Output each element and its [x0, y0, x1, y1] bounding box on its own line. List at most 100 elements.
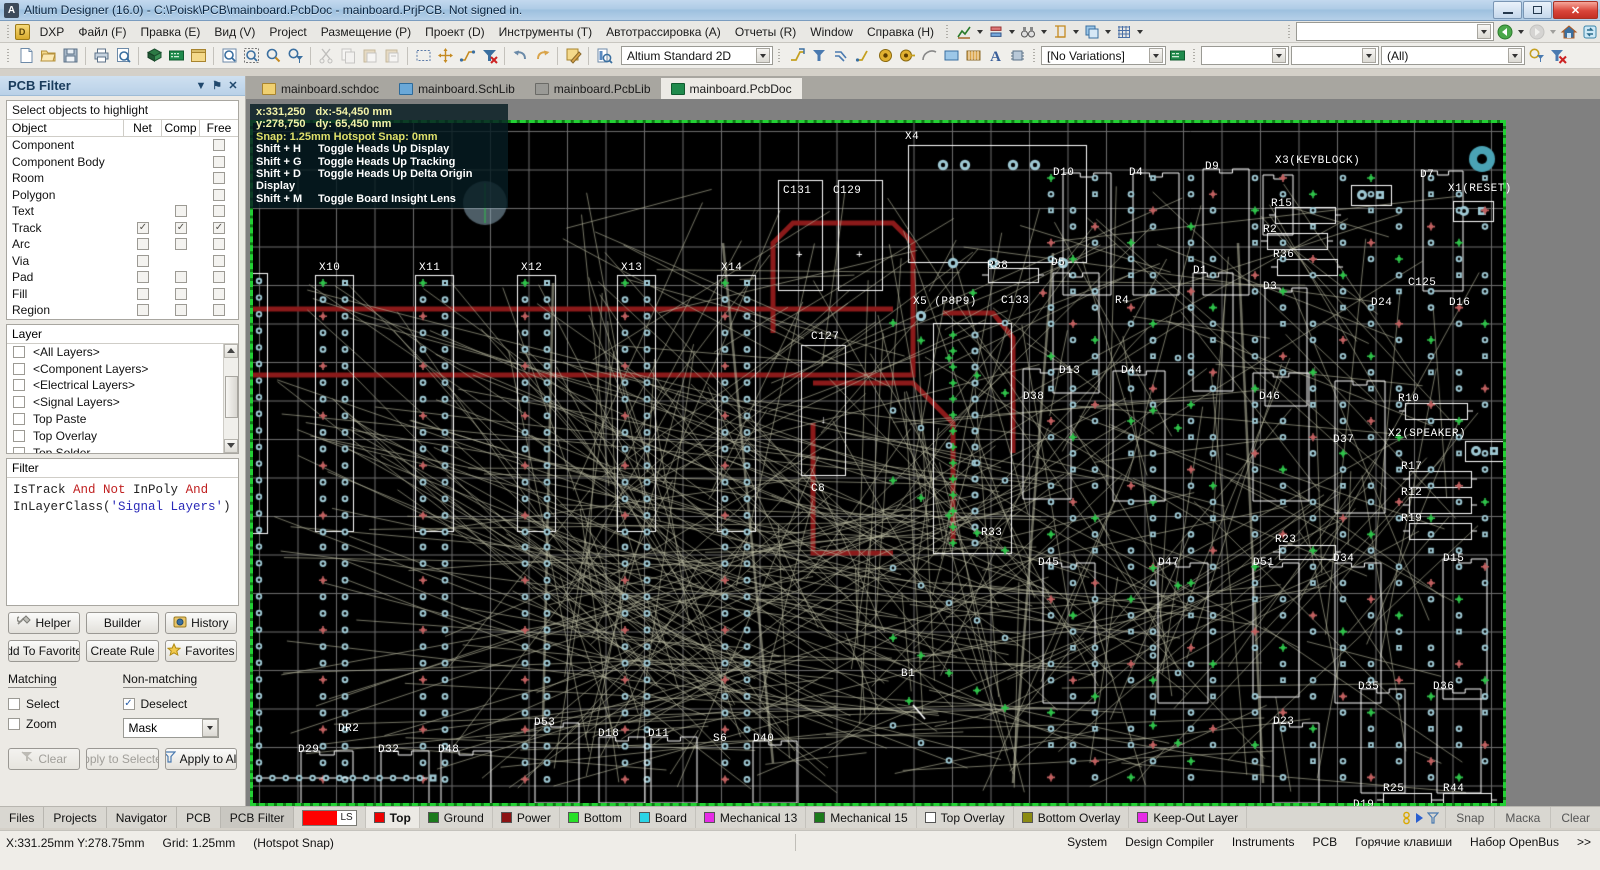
object-free-cell[interactable] — [200, 155, 238, 168]
checkbox-net[interactable] — [137, 254, 149, 267]
stack-dropdown-icon[interactable] — [1103, 21, 1114, 43]
print-preview-icon[interactable] — [112, 45, 134, 67]
toolbar-grip-2[interactable] — [776, 48, 783, 64]
clear-filter-icon-2[interactable] — [1547, 45, 1569, 67]
filter-expression-input[interactable]: IsTrack And Not InPoly And InLayerClass(… — [7, 478, 238, 520]
layer-list-item[interactable]: <Signal Layers> — [7, 394, 238, 411]
layer-mode-icons[interactable] — [1396, 811, 1445, 825]
checkbox-net[interactable] — [137, 304, 149, 317]
save-icon[interactable] — [59, 45, 81, 67]
object-filter-row[interactable]: Component — [7, 137, 238, 154]
panels-icon[interactable] — [187, 45, 209, 67]
print-icon[interactable] — [90, 45, 112, 67]
deselect-checkbox[interactable] — [122, 697, 135, 710]
checkbox-comp[interactable] — [175, 205, 187, 218]
doc-tab-pcblib[interactable]: mainboard.PcbLib — [524, 78, 661, 99]
zoom-checkbox[interactable] — [8, 717, 20, 730]
object-net-cell[interactable] — [124, 304, 162, 317]
create-rule-button[interactable]: Create Rule — [86, 639, 159, 662]
zoom-area-icon[interactable] — [240, 45, 262, 67]
menu-file[interactable]: Файл (F) — [71, 22, 133, 42]
binoculars-dropdown-icon[interactable] — [1038, 21, 1049, 43]
variations-combo[interactable]: [No Variations] — [1041, 46, 1166, 65]
status-button-system[interactable]: System — [1058, 833, 1116, 851]
binoculars-icon[interactable] — [1018, 21, 1039, 43]
object-free-cell[interactable] — [200, 188, 238, 201]
layer-tab-board[interactable]: Board — [631, 807, 696, 828]
toolbar-grip-4[interactable] — [1191, 48, 1198, 64]
move-icon[interactable] — [434, 45, 456, 67]
nonmatching-deselect-row[interactable]: Deselect — [122, 694, 238, 714]
panel-tab-navigator[interactable]: Navigator — [107, 807, 178, 828]
history-button[interactable]: History — [164, 611, 237, 634]
checkbox-comp[interactable] — [175, 238, 187, 251]
menu-reports[interactable]: Отчеты (R) — [728, 22, 803, 42]
object-filter-row[interactable]: Pad — [7, 269, 238, 286]
doc-tab-pcbdoc[interactable]: mainboard.PcbDoc — [660, 78, 802, 99]
route-icon[interactable] — [456, 45, 478, 67]
cut-icon[interactable] — [315, 45, 337, 67]
toolbar-grip-graph[interactable] — [944, 24, 951, 40]
menu-autoroute[interactable]: Автотрассировка (A) — [599, 22, 728, 42]
matching-zoom-row[interactable]: Zoom — [8, 714, 123, 734]
nav-grip[interactable] — [1286, 24, 1293, 40]
status-button-горячие-клавиши[interactable]: Горячие клавиши — [1346, 833, 1461, 851]
checkbox-comp[interactable] — [175, 271, 187, 284]
layer-tab-keep-out-layer[interactable]: Keep-Out Layer — [1129, 807, 1248, 828]
home-icon[interactable] — [1559, 21, 1580, 43]
layer-list-item[interactable]: Top Overlay — [7, 427, 238, 444]
close-button[interactable]: ✕ — [1553, 1, 1598, 19]
object-comp-cell[interactable] — [162, 205, 200, 218]
panel-tab-projects[interactable]: Projects — [44, 807, 107, 828]
mask-status[interactable]: Маска — [1494, 807, 1550, 828]
layer-tab-top[interactable]: Top — [365, 807, 420, 828]
checkbox-free[interactable] — [213, 139, 225, 152]
object-free-cell[interactable] — [200, 238, 238, 251]
checkbox-comp[interactable] — [175, 221, 187, 234]
zoom-select-icon[interactable] — [262, 45, 284, 67]
component-filter-combo[interactable] — [1291, 46, 1379, 65]
status-button-instruments[interactable]: Instruments — [1223, 833, 1304, 851]
layer-checkbox[interactable] — [13, 345, 25, 358]
variant-board-icon[interactable] — [1166, 45, 1188, 67]
menu-project-en[interactable]: Project — [262, 22, 313, 42]
checkbox-free[interactable] — [213, 287, 225, 300]
pcb-board-area[interactable]: X4 C131 C129 D10 D4 D9 X3(KEYBLOCK) D7 X1(RESET)… — [250, 120, 1511, 806]
layer-list-item[interactable]: <Electrical Layers> — [7, 377, 238, 394]
route-net-icon[interactable] — [808, 45, 830, 67]
chevron-down-icon[interactable] — [1149, 48, 1163, 63]
menu-edit[interactable]: Правка (E) — [134, 22, 208, 42]
chevron-down-icon[interactable] — [1477, 24, 1492, 39]
object-filter-row[interactable]: Via — [7, 253, 238, 270]
layer-scrollbar[interactable] — [223, 343, 238, 453]
grid-icon[interactable] — [1114, 21, 1135, 43]
object-comp-cell[interactable] — [162, 238, 200, 251]
layer-tab-top-overlay[interactable]: Top Overlay — [917, 807, 1014, 828]
chevron-down-icon[interactable] — [1508, 48, 1522, 63]
scroll-down-button[interactable] — [224, 438, 238, 453]
object-net-cell[interactable] — [124, 254, 162, 267]
favorites-button[interactable]: Favorites — [164, 639, 237, 662]
route-diff-pair-icon[interactable] — [830, 45, 852, 67]
stack-icon[interactable] — [1082, 21, 1103, 43]
menu-project-ru[interactable]: Проект (D) — [418, 22, 492, 42]
refresh-icon[interactable] — [1579, 21, 1600, 43]
checkbox-free[interactable] — [213, 221, 225, 234]
place-pad-icon[interactable] — [874, 45, 896, 67]
apply-filter-icon[interactable] — [1525, 45, 1547, 67]
status-button->>[interactable]: >> — [1568, 833, 1600, 851]
route-manual-icon[interactable] — [852, 45, 874, 67]
object-free-cell[interactable] — [200, 205, 238, 218]
chart-icon[interactable] — [954, 21, 975, 43]
builder-button[interactable]: Builder — [86, 611, 159, 634]
object-filter-row[interactable]: Component Body — [7, 154, 238, 171]
object-comp-cell[interactable] — [162, 271, 200, 284]
clear-status[interactable]: Clear — [1550, 807, 1600, 828]
status-button-pcb[interactable]: PCB — [1304, 833, 1347, 851]
object-net-cell[interactable] — [124, 287, 162, 300]
paste-icon[interactable] — [359, 45, 381, 67]
checkbox-net[interactable] — [137, 287, 149, 300]
add-to-favorites-button[interactable]: dd To Favorite — [8, 639, 81, 662]
apply-to-all-button[interactable]: Apply to All — [164, 747, 237, 770]
checkbox-free[interactable] — [213, 254, 225, 267]
